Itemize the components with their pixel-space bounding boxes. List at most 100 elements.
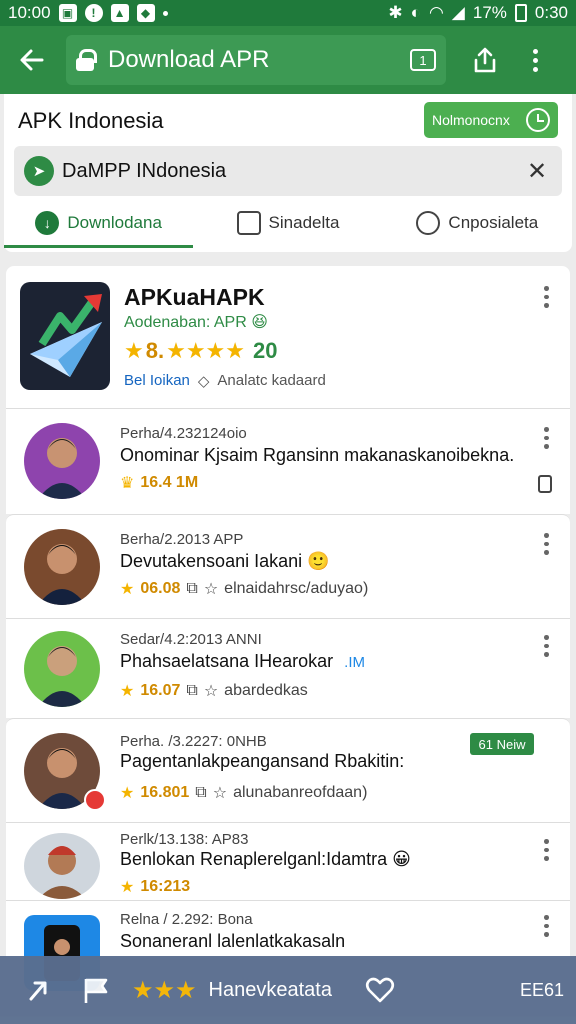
item-stat: 16:213 [140, 878, 191, 895]
app-card[interactable]: APKuaHAPK Aodenaban: APR 😆 ★ 8. ★★★★ 20 … [6, 266, 570, 408]
tag-link[interactable]: Bel Ioikan [124, 372, 190, 390]
list-item[interactable]: Sedar/4.2:2013 ANNI Phahsaelatsana IHear… [6, 618, 570, 718]
item-meta: Relna / 2.292: Bona [120, 911, 253, 928]
alert-icon: ! [84, 4, 103, 22]
back-button[interactable] [10, 38, 54, 82]
item-meta: Perlk/13.138: AP83 [120, 831, 249, 848]
avatar [24, 833, 100, 899]
star-icon: ★ [120, 683, 135, 700]
item-extra: elnaidahrsc/aduyao) [224, 580, 369, 597]
status-bar: 10:00 ▣ ! ▲ ◆ ✱ ◐ ◠ ◢ 17% 0:30 [0, 0, 576, 26]
share-button[interactable] [12, 962, 68, 1018]
tab-messages[interactable]: Sinadelta [193, 198, 382, 248]
rating-stars-icon: ★★★ [132, 976, 197, 1004]
navigation-arrow-icon: ➤ [24, 156, 54, 186]
gallery-icon: ⧉ [195, 784, 207, 801]
item-meta: Perha/4.232124oio [120, 425, 247, 442]
sparkle-icon: ☆ [212, 785, 228, 802]
list-item[interactable]: Perlk/13.138: AP83 Benlokan Renaplerelga… [6, 822, 570, 900]
share-button[interactable] [460, 35, 510, 85]
status-time: 10:00 [8, 3, 51, 22]
flag-button[interactable] [68, 962, 124, 1018]
item-title: Phahsaelatsana IHearokar .IM [120, 651, 365, 672]
list-item[interactable]: Relna / 2.292: Bona Sonaneranl lalenlatk… [6, 900, 570, 991]
lock-icon [76, 49, 97, 71]
item-stat: 16.07 [140, 682, 181, 699]
item-title: Onominar Kjsaim Rgansinn makanaskanoibek… [120, 445, 515, 465]
tab-comments[interactable]: Cnposialeta [383, 198, 572, 248]
bluetooth-icon: ✱ [388, 3, 403, 22]
browser-toolbar: Download APR 1 [0, 26, 576, 94]
sparkle-icon: ☆ [203, 683, 219, 700]
site-header-card: APK Indonesia Nolmonocnx ➤ DaMPP INdones… [4, 94, 572, 252]
item-menu-button[interactable] [536, 915, 556, 938]
bottom-bar-label[interactable]: Hanevkeatata [209, 979, 332, 1002]
avatar [24, 423, 100, 499]
item-title: Sonaneranl lalenlatkakasaln [120, 931, 346, 951]
mute-icon: ◐ [410, 3, 421, 22]
tab-bar: ↓ Downlodana Sinadelta Cnposialeta [4, 198, 572, 248]
rating-count: 20 [252, 338, 278, 363]
item-menu-button[interactable] [536, 635, 556, 658]
item-stats: ★ 16.07 ⧉ ☆ abardedkas [120, 681, 308, 701]
clear-search-button[interactable]: ✕ [522, 156, 552, 186]
star-icon: ★ [120, 879, 135, 896]
url-bar[interactable]: Download APR 1 [66, 35, 446, 85]
item-stats: ♛ 16.4 1M [120, 473, 198, 493]
chat-icon [416, 211, 441, 235]
notification-badge-icon [84, 789, 106, 811]
crown-icon: ♛ [120, 475, 135, 492]
item-menu-button[interactable] [536, 533, 556, 556]
flag-icon [84, 978, 108, 1003]
tab-switcher-button[interactable]: 1 [410, 49, 436, 71]
gallery-icon: ⧉ [186, 682, 198, 699]
item-stat: 06.08 [140, 580, 181, 597]
app-rating: ★ 8. ★★★★ 20 [124, 338, 277, 364]
star-icon: ★ [120, 785, 135, 802]
sparkle-icon: ☆ [203, 581, 219, 598]
app-logo [20, 282, 110, 390]
heart-icon [365, 977, 395, 1003]
app-subtitle: Aodenaban: APR 😆 [124, 314, 268, 331]
item-title: Pagentanlakpeangansand Rbakitin: [120, 751, 405, 771]
item-menu-button[interactable] [536, 839, 556, 862]
star-icon: ★ [120, 581, 135, 598]
favorite-button[interactable] [352, 962, 408, 1018]
app-menu-button[interactable] [536, 286, 556, 309]
item-title-text: Phahsaelatsana IHearokar [120, 651, 334, 671]
new-badge: 61 Neiw [470, 733, 534, 755]
avatar [24, 631, 100, 707]
bookmark-icon[interactable] [538, 475, 552, 493]
list-item[interactable]: Perha/4.232124oio Onominar Kjsaim Rgansi… [6, 408, 570, 514]
image-icon: ▲ [110, 4, 129, 22]
share-icon [474, 47, 496, 73]
status-pill-button[interactable]: Nolmonocnx [424, 102, 558, 138]
app-tags: Bel Ioikan ◇ Analatc kadaard [124, 372, 326, 390]
search-field[interactable]: ➤ DaMPP INdonesia ✕ [14, 146, 562, 196]
battery-level: 17% [472, 3, 507, 22]
item-stats: ★ 06.08 ⧉ ☆ elnaidahrsc/aduyao) [120, 579, 368, 599]
item-meta: Berha/2.2013 APP [120, 531, 244, 548]
tab-label: Sinadelta [268, 213, 340, 232]
item-menu-button[interactable] [536, 427, 556, 450]
overflow-menu-button[interactable] [510, 35, 560, 85]
star-icon: ★★★★ [166, 338, 245, 363]
item-stat: 16.4 1M [140, 474, 199, 491]
tab-downloads[interactable]: ↓ Downlodana [4, 198, 194, 248]
app-name: APKuaHAPK [124, 284, 265, 310]
download-icon: ↓ [35, 211, 60, 235]
message-icon [236, 211, 261, 235]
tab-label: Downlodana [67, 213, 162, 232]
image-icon-2: ◆ [136, 4, 155, 22]
item-stats: ★ 16:213 [120, 877, 190, 897]
item-meta: Perha. /3.2227: 0NHB [120, 733, 267, 750]
signal-icon: ◢ [451, 3, 465, 22]
url-text: Download APR [108, 46, 270, 73]
clock-icon [526, 108, 550, 132]
rating-value: 8. [145, 338, 165, 363]
item-meta: Sedar/4.2:2013 ANNI [120, 631, 262, 648]
battery-icon [514, 4, 527, 22]
list-item[interactable]: Perha. /3.2227: 0NHB Pagentanlakpeangans… [6, 718, 570, 822]
more-notifications-icon [162, 10, 168, 16]
list-item[interactable]: Berha/2.2013 APP Devutakensoani Iakani 🙂… [6, 514, 570, 618]
